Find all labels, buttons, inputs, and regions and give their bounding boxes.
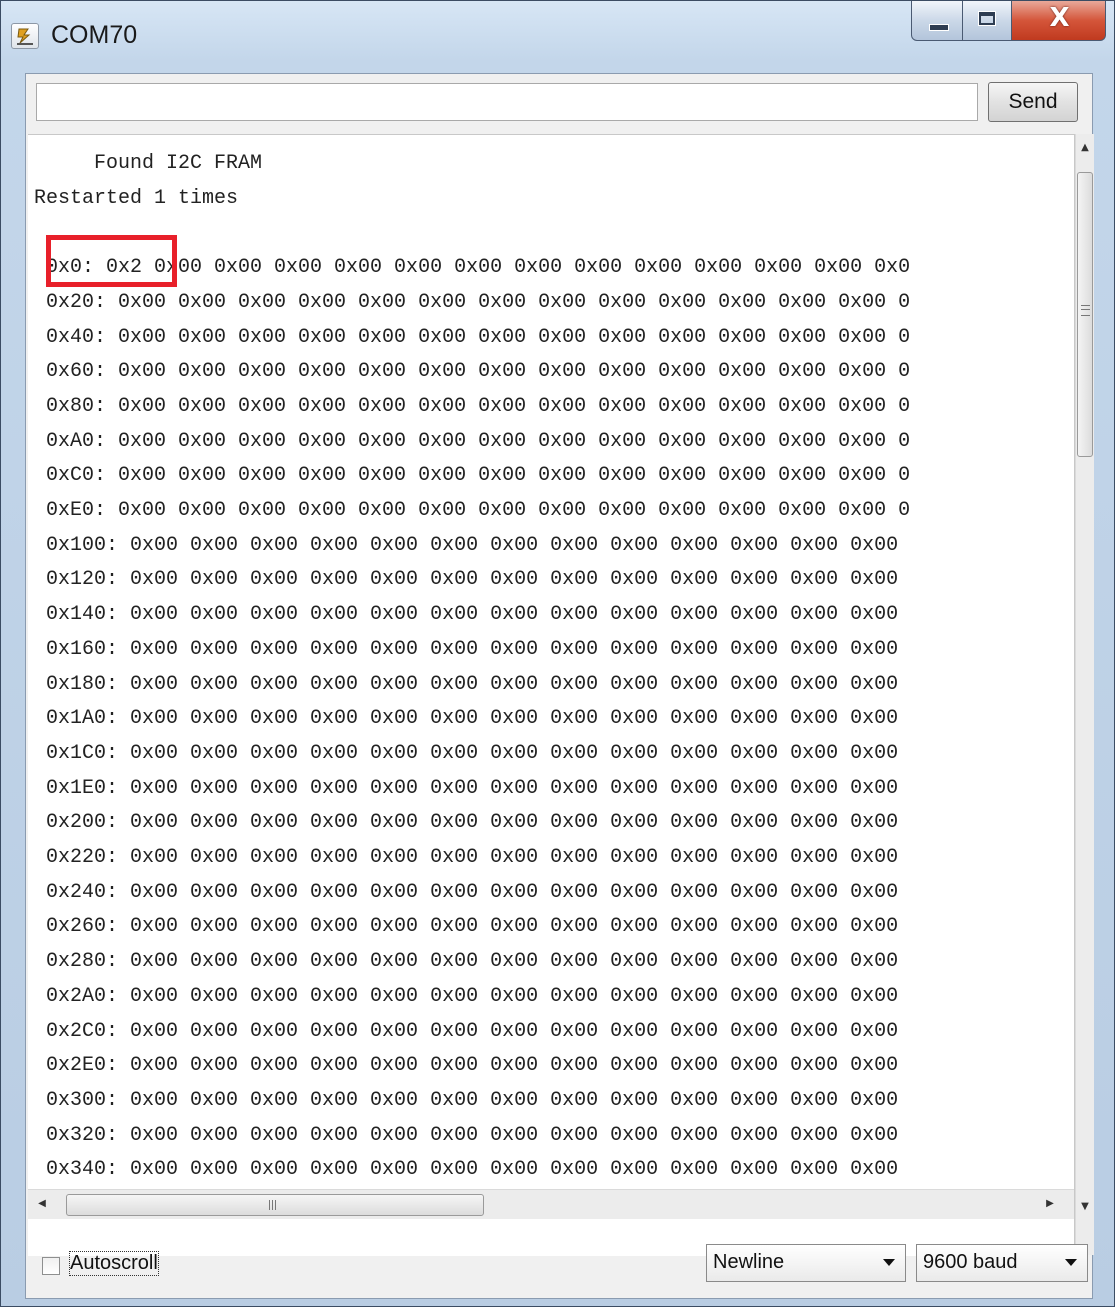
title-bar[interactable]: COM70 X bbox=[1, 1, 1114, 73]
minimize-button[interactable] bbox=[911, 1, 963, 41]
send-button[interactable]: Send bbox=[988, 82, 1078, 122]
line-ending-value: Newline bbox=[713, 1251, 785, 1273]
serial-output-text: Found I2C FRAM Restarted 1 times 0x0: 0x2… bbox=[34, 147, 910, 1188]
log-line: 0x280: 0x00 0x00 0x00 0x00 0x00 0x00 0x0… bbox=[34, 950, 899, 974]
log-line: 0x260: 0x00 0x00 0x00 0x00 0x00 0x00 0x0… bbox=[34, 915, 899, 939]
chevron-down-icon bbox=[1065, 1259, 1077, 1266]
log-line: 0x340: 0x00 0x00 0x00 0x00 0x00 0x00 0x0… bbox=[34, 1158, 899, 1182]
log-line: 0x40: 0x00 0x00 0x00 0x00 0x00 0x00 0x00… bbox=[34, 325, 911, 349]
log-line: 0x320: 0x00 0x00 0x00 0x00 0x00 0x00 0x0… bbox=[34, 1123, 899, 1147]
autoscroll-checkbox[interactable] bbox=[42, 1257, 60, 1275]
line-ending-select[interactable]: Newline bbox=[706, 1244, 906, 1282]
log-line: 0x60: 0x00 0x00 0x00 0x00 0x00 0x00 0x00… bbox=[34, 360, 911, 384]
serial-output[interactable]: Found I2C FRAM Restarted 1 times 0x0: 0x2… bbox=[28, 134, 1075, 1256]
log-line: 0x160: 0x00 0x00 0x00 0x00 0x00 0x00 0x0… bbox=[34, 637, 899, 661]
send-input[interactable] bbox=[36, 83, 978, 121]
vertical-scrollbar[interactable]: ▲ ▼ bbox=[1075, 134, 1094, 1255]
log-line: 0x2E0: 0x00 0x00 0x00 0x00 0x00 0x00 0x0… bbox=[34, 1054, 899, 1078]
log-line: 0x20: 0x00 0x00 0x00 0x00 0x00 0x00 0x00… bbox=[34, 290, 911, 314]
log-line: Found I2C FRAM bbox=[34, 152, 263, 175]
close-icon: X bbox=[1049, 3, 1070, 33]
serial-monitor-window: COM70 X Send Found I2C FRAM Restarted 1 t… bbox=[0, 0, 1115, 1307]
grip-icon bbox=[269, 1200, 278, 1210]
baud-rate-value: 9600 baud bbox=[923, 1251, 1018, 1273]
log-line: 0x300: 0x00 0x00 0x00 0x00 0x00 0x00 0x0… bbox=[34, 1088, 899, 1112]
log-line: 0x180: 0x00 0x00 0x00 0x00 0x00 0x00 0x0… bbox=[34, 672, 899, 696]
close-button[interactable]: X bbox=[1011, 1, 1106, 41]
log-line: 0x220: 0x00 0x00 0x00 0x00 0x00 0x00 0x0… bbox=[34, 846, 899, 870]
log-line: 0x100: 0x00 0x00 0x00 0x00 0x00 0x00 0x0… bbox=[34, 533, 899, 557]
log-line: 0x120: 0x00 0x00 0x00 0x00 0x00 0x00 0x0… bbox=[34, 568, 899, 592]
log-line: 0x2C0: 0x00 0x00 0x00 0x00 0x00 0x00 0x0… bbox=[34, 1019, 899, 1043]
scroll-up-icon[interactable]: ▲ bbox=[1076, 138, 1094, 158]
autoscroll-label[interactable]: Autoscroll bbox=[69, 1251, 159, 1276]
log-line: 0xA0: 0x00 0x00 0x00 0x00 0x00 0x00 0x00… bbox=[34, 429, 911, 453]
scroll-right-icon[interactable]: ▶ bbox=[1040, 1194, 1060, 1214]
log-line: Restarted 1 times bbox=[34, 186, 239, 210]
grip-icon bbox=[1081, 305, 1090, 316]
log-line: 0x0: 0x2 0x00 0x00 0x00 0x00 0x00 0x00 0… bbox=[34, 256, 911, 280]
log-line: 0x200: 0x00 0x00 0x00 0x00 0x00 0x00 0x0… bbox=[34, 811, 899, 835]
baud-rate-select[interactable]: 9600 baud bbox=[916, 1244, 1088, 1282]
log-line: 0x1A0: 0x00 0x00 0x00 0x00 0x00 0x00 0x0… bbox=[34, 707, 899, 731]
chevron-down-icon bbox=[883, 1259, 895, 1266]
maximize-button[interactable] bbox=[962, 1, 1012, 41]
log-line: 0xC0: 0x00 0x00 0x00 0x00 0x00 0x00 0x00… bbox=[34, 464, 911, 488]
maximize-icon bbox=[978, 11, 996, 26]
log-line: 0x140: 0x00 0x00 0x00 0x00 0x00 0x00 0x0… bbox=[34, 603, 899, 627]
log-line: 0x1C0: 0x00 0x00 0x00 0x00 0x00 0x00 0x0… bbox=[34, 741, 899, 765]
serial-monitor-icon bbox=[11, 23, 39, 49]
log-line: 0x240: 0x00 0x00 0x00 0x00 0x00 0x00 0x0… bbox=[34, 880, 899, 904]
log-line: 0x1E0: 0x00 0x00 0x00 0x00 0x00 0x00 0x0… bbox=[34, 776, 899, 800]
scroll-left-icon[interactable]: ◀ bbox=[32, 1194, 52, 1214]
scroll-down-icon[interactable]: ▼ bbox=[1076, 1197, 1094, 1217]
serial-monitor-client: Send Found I2C FRAM Restarted 1 times 0x0… bbox=[25, 73, 1094, 1299]
horizontal-scroll-thumb[interactable] bbox=[66, 1194, 484, 1216]
vertical-scroll-thumb[interactable] bbox=[1077, 172, 1093, 457]
log-line: 0xE0: 0x00 0x00 0x00 0x00 0x00 0x00 0x00… bbox=[34, 499, 911, 523]
log-line: 0x2A0: 0x00 0x00 0x00 0x00 0x00 0x00 0x0… bbox=[34, 984, 899, 1008]
log-line: 0x80: 0x00 0x00 0x00 0x00 0x00 0x00 0x00… bbox=[34, 394, 911, 418]
horizontal-scrollbar[interactable]: ◀ ▶ bbox=[28, 1189, 1074, 1219]
window-title: COM70 bbox=[51, 21, 138, 49]
minimize-icon bbox=[929, 24, 949, 31]
